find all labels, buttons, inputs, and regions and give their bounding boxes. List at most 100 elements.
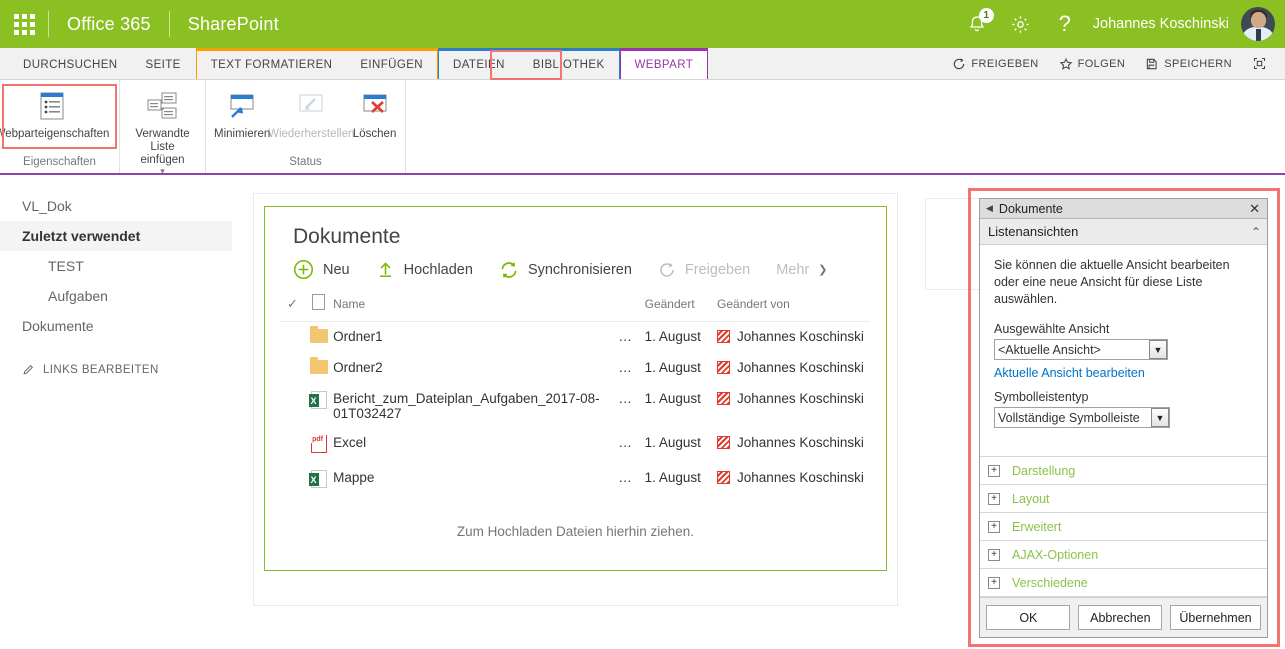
table-row[interactable]: Ordner1 … 1. August Johannes Koschinski <box>281 322 870 354</box>
webpart-tool-pane: ◀ Dokumente ✕ Listenansichten ⌃ Sie könn… <box>979 198 1268 638</box>
table-row[interactable]: Mappe … 1. August Johannes Koschinski <box>281 463 870 498</box>
apply-button[interactable]: Übernehmen <box>1170 605 1260 630</box>
chevron-down-icon[interactable]: ▼ <box>1149 340 1167 359</box>
help-button[interactable]: ? <box>1043 0 1087 48</box>
toolbar-type-dropdown[interactable]: Vollständige Symbolleiste ▼ <box>994 407 1170 428</box>
cancel-button[interactable]: Abbrechen <box>1078 605 1162 630</box>
tab-group-editing-tools: TEXT FORMATIEREN EINFÜGEN <box>196 48 438 79</box>
webpart-properties-button[interactable]: Webparteigenschaften <box>6 84 98 141</box>
expand-icon[interactable]: + <box>988 493 1000 505</box>
app-launcher-icon[interactable] <box>0 0 48 48</box>
minimize-button[interactable]: Minimieren <box>212 84 272 141</box>
modified-by-name[interactable]: Johannes Koschinski <box>737 360 864 375</box>
row-select[interactable] <box>281 353 304 384</box>
accordion-erweitert[interactable]: + Erweitert <box>980 513 1267 541</box>
tab-text-formatieren[interactable]: TEXT FORMATIEREN <box>197 51 347 79</box>
modified-by-name[interactable]: Johannes Koschinski <box>737 391 864 406</box>
documents-table: ✓ Name Geändert Geändert von Ordner1 … 1… <box>281 290 870 498</box>
delete-button[interactable]: Löschen <box>350 84 399 141</box>
avatar[interactable] <box>1241 7 1275 41</box>
chevron-up-icon[interactable]: ⌃ <box>1251 225 1261 239</box>
tab-einfuegen[interactable]: EINFÜGEN <box>346 51 437 79</box>
sidebar-item-vl-dok[interactable]: VL_Dok <box>0 191 232 221</box>
tab-durchsuchen[interactable]: DURCHSUCHEN <box>9 51 132 79</box>
table-row[interactable]: Ordner2 … 1. August Johannes Koschinski <box>281 353 870 384</box>
follow-command[interactable]: FOLGEN <box>1051 50 1134 78</box>
tab-webpart[interactable]: WEBPART <box>621 51 708 79</box>
share-icon <box>658 261 676 279</box>
focus-on-content-command[interactable] <box>1244 50 1275 78</box>
expand-icon[interactable]: + <box>988 577 1000 589</box>
sidebar-item-aufgaben[interactable]: Aufgaben <box>0 281 232 311</box>
new-button[interactable]: Neu <box>293 259 350 280</box>
settings-button[interactable] <box>999 0 1043 48</box>
chevron-down-icon[interactable]: ▼ <box>1151 408 1169 427</box>
row-select[interactable] <box>281 384 304 428</box>
modified-by-name[interactable]: Johannes Koschinski <box>737 329 864 344</box>
restore-button[interactable]: Wiederherstellen <box>272 84 350 141</box>
edit-current-view-link[interactable]: Aktuelle Ansicht bearbeiten <box>994 366 1145 380</box>
share-doc-button-label: Freigeben <box>685 262 750 278</box>
table-row[interactable]: Bericht_zum_Dateiplan_Aufgaben_2017-08-0… <box>281 384 870 428</box>
expand-icon[interactable]: + <box>988 549 1000 561</box>
collapse-pane-icon[interactable]: ◀ <box>986 203 993 214</box>
col-modified[interactable]: Geändert <box>645 290 717 322</box>
sidebar-item-dokumente[interactable]: Dokumente <box>0 311 232 341</box>
accordion-layout[interactable]: + Layout <box>980 485 1267 513</box>
upload-button[interactable]: Hochladen <box>376 260 473 279</box>
table-row[interactable]: Excel … 1. August Johannes Koschinski <box>281 428 870 463</box>
col-select-all[interactable]: ✓ <box>281 290 304 322</box>
accordion-darstellung[interactable]: + Darstellung <box>980 457 1267 485</box>
row-select[interactable] <box>281 428 304 463</box>
plus-circle-icon <box>293 259 314 280</box>
tab-seite[interactable]: SEITE <box>132 51 195 79</box>
sidebar-item-test[interactable]: TEST <box>0 251 232 281</box>
toolbar-type-label: Symbolleistentyp <box>994 390 1253 404</box>
tab-dateien[interactable]: DATEIEN <box>439 51 519 79</box>
row-name[interactable]: Mappe <box>333 463 606 498</box>
row-ellipsis[interactable]: … <box>607 428 645 463</box>
ribbon-group-beziehungen: Verwandte Liste einfügen ▾ Beziehungen <box>120 80 206 173</box>
sidebar-item-zuletzt-verwendet[interactable]: Zuletzt verwendet <box>0 221 232 251</box>
accordion-ajax-optionen[interactable]: + AJAX-Optionen <box>980 541 1267 569</box>
list-views-section-header[interactable]: Listenansichten ⌃ <box>980 219 1267 245</box>
share-doc-button[interactable]: Freigeben <box>658 261 750 279</box>
ok-button[interactable]: OK <box>986 605 1070 630</box>
share-command[interactable]: FREIGEBEN <box>944 50 1046 78</box>
row-ellipsis[interactable]: … <box>607 463 645 498</box>
row-name[interactable]: Ordner2 <box>333 353 606 384</box>
restore-icon-svg <box>295 92 327 120</box>
row-select[interactable] <box>281 322 304 354</box>
save-command[interactable]: SPEICHERN <box>1137 50 1240 78</box>
col-name[interactable]: Name <box>333 290 606 322</box>
row-name[interactable]: Excel <box>333 428 606 463</box>
row-ellipsis[interactable]: … <box>607 322 645 354</box>
row-name[interactable]: Bericht_zum_Dateiplan_Aufgaben_2017-08-0… <box>333 384 606 428</box>
insert-related-list-button[interactable]: Verwandte Liste einfügen ▾ <box>126 84 199 177</box>
excel-icon <box>311 391 327 409</box>
row-select[interactable] <box>281 463 304 498</box>
row-ellipsis[interactable]: … <box>607 353 645 384</box>
edit-links-button[interactable]: LINKS BEARBEITEN <box>0 363 232 376</box>
documents-webpart: Dokumente Neu Hochladen Synchronisieren <box>264 206 887 571</box>
row-name[interactable]: Ordner1 <box>333 322 606 354</box>
ribbon-group-eigenschaften-label: Eigenschaften <box>0 156 119 173</box>
accordion-verschiedene[interactable]: + Verschiedene <box>980 569 1267 597</box>
more-button[interactable]: Mehr ❯ <box>776 262 827 278</box>
col-modified-by[interactable]: Geändert von <box>717 290 870 322</box>
tab-bibliothek[interactable]: BIBLIOTHEK <box>519 51 619 79</box>
expand-icon[interactable]: + <box>988 465 1000 477</box>
expand-icon[interactable]: + <box>988 521 1000 533</box>
sync-button[interactable]: Synchronisieren <box>499 260 632 280</box>
office365-link[interactable]: Office 365 <box>49 0 169 48</box>
sharepoint-link[interactable]: SharePoint <box>170 0 297 48</box>
suite-bar: Office 365 SharePoint 1 ? Johannes Kosch… <box>0 0 1285 48</box>
modified-by-name[interactable]: Johannes Koschinski <box>737 435 864 450</box>
selected-view-dropdown[interactable]: <Aktuelle Ansicht> ▼ <box>994 339 1168 360</box>
user-avatar-icon <box>717 361 730 374</box>
notifications-button[interactable]: 1 <box>955 0 999 48</box>
row-ellipsis[interactable]: … <box>607 384 645 428</box>
modified-by-name[interactable]: Johannes Koschinski <box>737 470 864 485</box>
user-name-label[interactable]: Johannes Koschinski <box>1087 16 1241 32</box>
close-icon[interactable]: ✕ <box>1246 201 1263 217</box>
